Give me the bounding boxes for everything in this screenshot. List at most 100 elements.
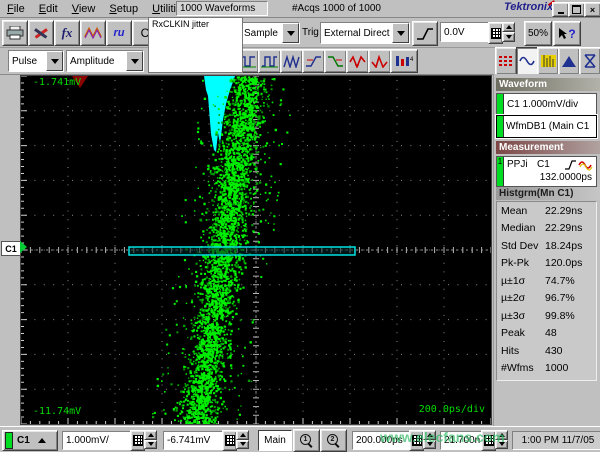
horizontal-mode-button[interactable]: Main bbox=[258, 430, 292, 451]
channel-color-stripe bbox=[497, 94, 504, 114]
acquisition-mode-dropdown[interactable] bbox=[282, 23, 299, 43]
trigger-source-combo[interactable]: External Direct bbox=[320, 22, 410, 44]
vertical-scale-keypad-button[interactable] bbox=[130, 430, 145, 451]
channel-scale-item[interactable]: C1 1.000mV/div bbox=[496, 93, 597, 115]
menu-file[interactable]: File bbox=[0, 2, 32, 16]
tools-button[interactable] bbox=[28, 20, 54, 46]
measure-class-dropdown[interactable] bbox=[46, 51, 63, 71]
measure-jitter2-button[interactable] bbox=[368, 49, 391, 73]
measure-amplitude-button[interactable] bbox=[280, 49, 303, 73]
vertical-position-spinner[interactable] bbox=[236, 430, 249, 449]
acquisition-mode-combo[interactable]: Sample bbox=[240, 22, 300, 44]
close-button[interactable]: × bbox=[584, 2, 600, 17]
trigger-level-keypad-button[interactable] bbox=[488, 22, 503, 44]
measure-risetime-button[interactable] bbox=[302, 49, 325, 73]
watermark: www.elecfans.com bbox=[380, 429, 505, 445]
measure-jitter1-button[interactable] bbox=[346, 49, 369, 73]
channel-marker[interactable]: C1 bbox=[1, 241, 21, 256]
stat-value: 99.8% bbox=[545, 310, 575, 322]
arrow-down-icon bbox=[240, 442, 246, 446]
arrow-down-icon bbox=[506, 35, 512, 39]
measure-width-button[interactable] bbox=[258, 49, 281, 73]
close-icon: × bbox=[590, 5, 595, 15]
trigger-level-spinner[interactable] bbox=[502, 22, 515, 42]
measurement-item[interactable]: 1 PPJi C1 132.0000ps bbox=[496, 156, 597, 187]
magnifier-2-icon: 2 bbox=[327, 434, 340, 447]
zoom-1-button[interactable]: 1 bbox=[293, 429, 320, 452]
vertical-scale-spinner[interactable] bbox=[144, 430, 157, 449]
measurement-value: 132.0000ps bbox=[540, 172, 592, 183]
spin-up-button[interactable] bbox=[144, 430, 157, 440]
zoom-2-button[interactable]: 2 bbox=[320, 429, 347, 452]
svg-text:4: 4 bbox=[410, 57, 414, 63]
fifty-percent-label: 50% bbox=[528, 28, 548, 39]
bowtie-mask-icon bbox=[583, 54, 597, 68]
stat-row: #Wfms1000 bbox=[497, 360, 596, 378]
sine-wave-icon bbox=[519, 54, 535, 68]
channel-marker-arrow-icon bbox=[20, 241, 27, 253]
stat-row: Std Dev18.24ps bbox=[497, 237, 596, 255]
timebase-label: 200.0ps/div bbox=[419, 404, 485, 415]
waveform-icon bbox=[84, 26, 102, 40]
trigger-slope-button[interactable] bbox=[412, 21, 438, 46]
spin-down-button[interactable] bbox=[502, 32, 515, 42]
stat-row: Pk-Pk120.0ps bbox=[497, 255, 596, 273]
spin-up-button[interactable] bbox=[236, 430, 249, 440]
vertical-position-field[interactable]: -6.741mV bbox=[163, 431, 229, 450]
histogram-statistics: Mean22.29ns Median22.29ns Std Dev18.24ps… bbox=[496, 201, 597, 381]
chevron-down-icon bbox=[131, 59, 139, 64]
spin-down-button[interactable] bbox=[236, 440, 249, 450]
minimize-icon bbox=[558, 12, 564, 14]
set-level-50-button[interactable]: 50% bbox=[524, 21, 552, 46]
menu-setup[interactable]: Setup bbox=[102, 2, 145, 16]
print-button[interactable] bbox=[2, 20, 28, 46]
menu-edit[interactable]: Edit bbox=[32, 2, 65, 16]
histogram-mode-button[interactable] bbox=[558, 47, 580, 75]
menu-view[interactable]: View bbox=[65, 2, 103, 16]
vertical-scale-field[interactable]: 1.000mV/ bbox=[62, 431, 136, 450]
rise-time-icon bbox=[305, 55, 322, 68]
measure-type-combo[interactable]: Amplitude bbox=[66, 50, 144, 72]
display-waveform-button[interactable] bbox=[80, 20, 106, 46]
channel-select-button[interactable]: C1 bbox=[2, 430, 58, 451]
keypad-icon bbox=[225, 435, 235, 446]
scope-display[interactable]: -1.741mV -11.74mV 200.0ps/div bbox=[20, 75, 492, 425]
vertical-position-keypad-button[interactable] bbox=[222, 430, 237, 451]
stat-row: Hits430 bbox=[497, 342, 596, 360]
db-color-stripe bbox=[497, 116, 504, 137]
waveform-display-button[interactable] bbox=[516, 47, 538, 75]
horizontal-mode-label: Main bbox=[264, 435, 286, 446]
color-grade-button[interactable] bbox=[537, 47, 559, 75]
popup-text: RxCLKIN jitter bbox=[152, 19, 209, 29]
trigger-level-field[interactable]: 0.0V bbox=[440, 22, 494, 42]
waveform-db-item[interactable]: WfmDB1 (Main C1 bbox=[496, 115, 597, 138]
waveform-db-label: WfmDB1 (Main C1 bbox=[504, 116, 589, 137]
mask-test-button[interactable] bbox=[579, 47, 600, 75]
chevron-down-icon bbox=[51, 59, 59, 64]
minimize-button[interactable] bbox=[552, 2, 569, 17]
stat-label: Pk-Pk bbox=[497, 257, 545, 269]
measure-falltime-button[interactable] bbox=[324, 49, 347, 73]
spin-up-button[interactable] bbox=[502, 22, 515, 32]
infinite-persistence-button[interactable] bbox=[495, 47, 517, 75]
restore-button[interactable] bbox=[568, 2, 585, 17]
keypad-icon bbox=[491, 28, 501, 39]
stat-label: #Wfms bbox=[497, 362, 545, 374]
math-fx-button[interactable]: fx bbox=[54, 20, 80, 46]
trigger-source-dropdown[interactable] bbox=[392, 23, 409, 43]
clock-display: 1:00 PM 11/7/05 bbox=[512, 431, 600, 450]
measurement-header: Measurement bbox=[496, 141, 600, 154]
graticule-graphics bbox=[21, 76, 491, 424]
zoom-ru-button[interactable]: ru bbox=[106, 20, 132, 46]
trigger-source-value: External Direct bbox=[321, 28, 392, 39]
channels-1234-icon: 4 bbox=[394, 54, 414, 68]
restore-icon bbox=[572, 5, 581, 14]
acquisition-mode-value: Sample bbox=[241, 28, 282, 39]
measure-type-dropdown[interactable] bbox=[126, 51, 143, 71]
stat-row: Peak48 bbox=[497, 325, 596, 343]
measure-multi-channel-button[interactable]: 4 bbox=[390, 49, 418, 73]
measure-class-combo[interactable]: Pulse bbox=[8, 50, 64, 72]
context-help-button[interactable]: ? bbox=[553, 21, 581, 46]
spin-down-button[interactable] bbox=[144, 440, 157, 450]
arrow-up-icon bbox=[38, 438, 46, 443]
